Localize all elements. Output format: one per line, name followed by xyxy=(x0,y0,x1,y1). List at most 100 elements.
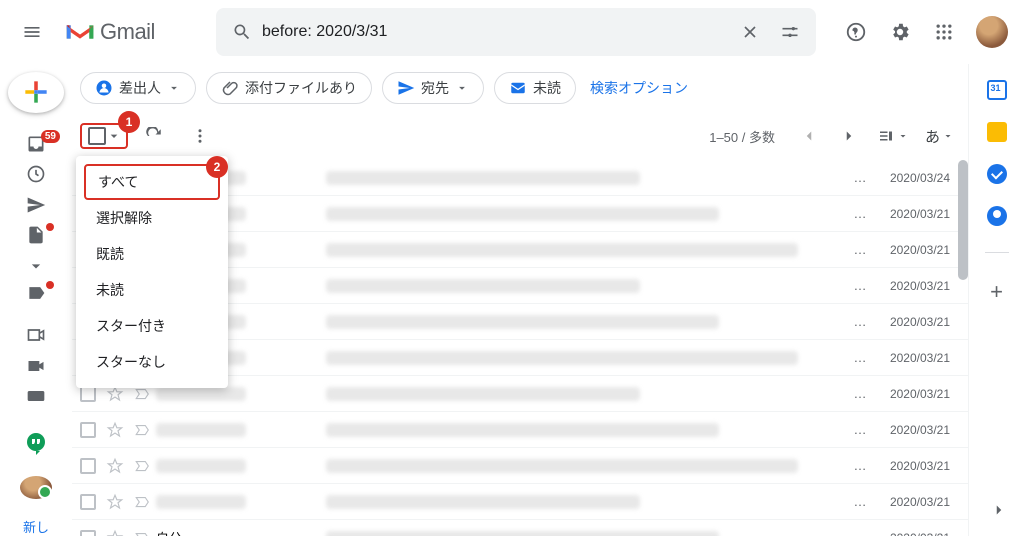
menu-item-unread[interactable]: 未読 xyxy=(76,272,228,308)
row-checkbox[interactable] xyxy=(80,530,96,536)
support-button[interactable] xyxy=(836,12,876,52)
search-options-button[interactable] xyxy=(770,12,810,52)
gmail-logo[interactable]: Gmail xyxy=(56,19,206,45)
account-avatar[interactable] xyxy=(976,16,1008,48)
mail-row[interactable]: … 2020/03/21 xyxy=(72,484,968,520)
next-page-button[interactable] xyxy=(831,118,867,154)
filter-sender[interactable]: 差出人 xyxy=(80,72,196,104)
more-button[interactable] xyxy=(180,116,220,156)
lang-label: あ xyxy=(925,126,940,147)
menu-item-all[interactable]: すべて 2 xyxy=(84,164,220,200)
apps-button[interactable] xyxy=(924,12,964,52)
compose-button[interactable] xyxy=(8,72,64,113)
sidebar-meet-join[interactable] xyxy=(16,355,56,375)
important-icon[interactable] xyxy=(134,529,152,536)
sidebar-hangouts[interactable] xyxy=(16,431,56,455)
row-subject xyxy=(326,387,850,401)
density-button[interactable] xyxy=(871,127,915,145)
refresh-icon xyxy=(145,127,163,145)
chevron-down-icon xyxy=(455,81,469,95)
important-icon[interactable] xyxy=(134,421,152,439)
scrollbar[interactable] xyxy=(958,160,968,280)
sidebar-keyboard[interactable] xyxy=(16,386,56,406)
row-subject xyxy=(326,495,850,509)
sidebar-drafts[interactable] xyxy=(16,225,56,245)
select-all-checkbox[interactable] xyxy=(88,127,106,145)
annotation-badge-2: 2 xyxy=(206,156,228,178)
tasks-addon[interactable] xyxy=(987,164,1007,184)
search-button[interactable] xyxy=(222,12,262,52)
row-overflow: … xyxy=(850,170,870,185)
search-options-link[interactable]: 検索オプション xyxy=(590,78,688,98)
row-checkbox[interactable] xyxy=(80,494,96,510)
mail-row[interactable]: … 2020/03/21 xyxy=(72,448,968,484)
get-addons-button[interactable]: + xyxy=(990,279,1003,305)
row-sender xyxy=(156,495,326,509)
filter-to[interactable]: 宛先 xyxy=(382,72,484,104)
hide-sidepanel-button[interactable] xyxy=(990,501,1008,524)
row-subject xyxy=(326,459,850,473)
send-icon xyxy=(397,79,415,97)
row-sender xyxy=(156,387,326,401)
sidebar-snoozed[interactable] xyxy=(16,164,56,184)
calendar-addon[interactable] xyxy=(987,80,1007,100)
select-all-dropdown[interactable]: 1 xyxy=(80,123,128,149)
chevron-right-icon xyxy=(990,501,1008,519)
attachment-icon xyxy=(221,79,239,97)
row-overflow: … xyxy=(850,278,870,293)
sidebar-sent[interactable] xyxy=(16,195,56,215)
filter-unread[interactable]: 未読 xyxy=(494,72,576,104)
sidebar-inbox[interactable]: 59 xyxy=(16,134,56,154)
row-date: 2020/03/21 xyxy=(870,243,960,257)
keep-addon[interactable] xyxy=(987,122,1007,142)
row-sender xyxy=(156,423,326,437)
row-overflow: … xyxy=(850,422,870,437)
important-icon[interactable] xyxy=(134,493,152,511)
person-icon xyxy=(95,79,113,97)
chevron-right-icon xyxy=(840,127,858,145)
row-subject xyxy=(326,351,850,365)
send-icon xyxy=(26,195,46,215)
sidebar-more[interactable] xyxy=(16,255,56,275)
row-date: 2020/03/21 xyxy=(870,351,960,365)
star-icon[interactable] xyxy=(106,529,124,536)
menu-item-starred[interactable]: スター付き xyxy=(76,308,228,344)
left-sidebar: 59 新し xyxy=(0,64,72,536)
row-date: 2020/03/21 xyxy=(870,387,960,401)
important-icon[interactable] xyxy=(134,457,152,475)
star-icon[interactable] xyxy=(106,421,124,439)
row-subject xyxy=(326,171,850,185)
drafts-dot xyxy=(46,223,54,231)
sidebar-new-label[interactable]: 新し xyxy=(23,517,49,536)
refresh-button[interactable] xyxy=(134,116,174,156)
filter-attachment[interactable]: 添付ファイルあり xyxy=(206,72,372,104)
prev-page-button[interactable] xyxy=(791,118,827,154)
row-date: 2020/03/24 xyxy=(870,171,960,185)
sidebar-meet-new[interactable] xyxy=(16,325,56,345)
page-count[interactable]: 1–50 / 多数 xyxy=(709,127,775,146)
star-icon[interactable] xyxy=(106,457,124,475)
row-subject xyxy=(326,423,850,437)
menu-item-read[interactable]: 既読 xyxy=(76,236,228,272)
menu-item-none[interactable]: 選択解除 xyxy=(76,200,228,236)
sidebar-label[interactable] xyxy=(16,283,56,303)
row-checkbox[interactable] xyxy=(80,422,96,438)
search-input[interactable] xyxy=(262,23,730,41)
video-solid-icon xyxy=(26,356,46,376)
mail-row[interactable]: … 2020/03/21 xyxy=(72,412,968,448)
input-method-button[interactable]: あ xyxy=(919,126,960,147)
contacts-addon[interactable] xyxy=(987,206,1007,226)
star-icon[interactable] xyxy=(106,493,124,511)
main-menu-button[interactable] xyxy=(8,8,56,56)
clear-search-button[interactable] xyxy=(730,12,770,52)
row-overflow: … xyxy=(850,494,870,509)
file-icon xyxy=(26,225,46,245)
menu-item-unstarred[interactable]: スターなし xyxy=(76,344,228,380)
row-checkbox[interactable] xyxy=(80,458,96,474)
chevron-down-icon xyxy=(106,128,122,144)
row-overflow: … xyxy=(850,206,870,221)
settings-button[interactable] xyxy=(880,12,920,52)
plus-icon xyxy=(20,76,52,108)
mail-row[interactable]: 自分 … 2020/03/21 xyxy=(72,520,968,536)
sidebar-chat-avatar[interactable] xyxy=(20,476,52,499)
